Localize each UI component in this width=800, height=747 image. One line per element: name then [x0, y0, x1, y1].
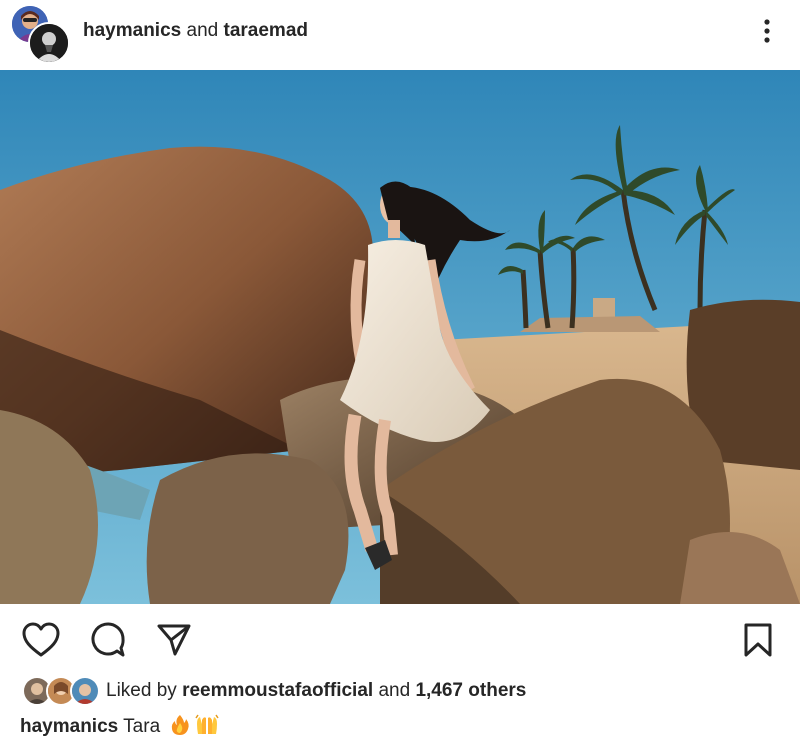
likes-prefix: Liked by — [106, 680, 177, 701]
liker-username-link[interactable]: reemmoustafaofficial — [182, 680, 373, 701]
post-caption: haymanics Tara — [20, 714, 220, 743]
more-options-icon[interactable] — [752, 16, 782, 46]
fire-emoji-icon — [169, 714, 191, 743]
likes-joiner: and — [378, 680, 411, 701]
caption-text: Tara — [123, 716, 161, 737]
post-header: haymanics and taraemad — [0, 0, 800, 68]
liker-avatar[interactable] — [70, 676, 100, 706]
post-photo[interactable] — [0, 70, 800, 604]
post-action-bar — [0, 604, 800, 666]
comment-icon[interactable] — [90, 622, 126, 658]
author-link-haymanics[interactable]: haymanics — [83, 20, 181, 41]
likes-summary: Liked by reemmoustafaofficial and 1,467 … — [22, 676, 782, 706]
authors-conjunction: and — [186, 20, 219, 41]
post-authors: haymanics and taraemad — [83, 20, 308, 42]
likes-text: Liked by reemmoustafaofficial and 1,467 … — [106, 680, 526, 702]
likes-count-link[interactable]: 1,467 others — [415, 680, 526, 701]
avatar-stack[interactable] — [10, 4, 70, 64]
bookmark-icon[interactable] — [742, 622, 778, 658]
caption-username-link[interactable]: haymanics — [20, 716, 118, 737]
send-icon[interactable] — [156, 622, 192, 658]
author-link-taraemad[interactable]: taraemad — [224, 20, 309, 41]
avatar-taraemad[interactable] — [28, 22, 70, 64]
raised-hands-emoji-icon — [195, 714, 220, 743]
heart-icon[interactable] — [22, 622, 60, 658]
